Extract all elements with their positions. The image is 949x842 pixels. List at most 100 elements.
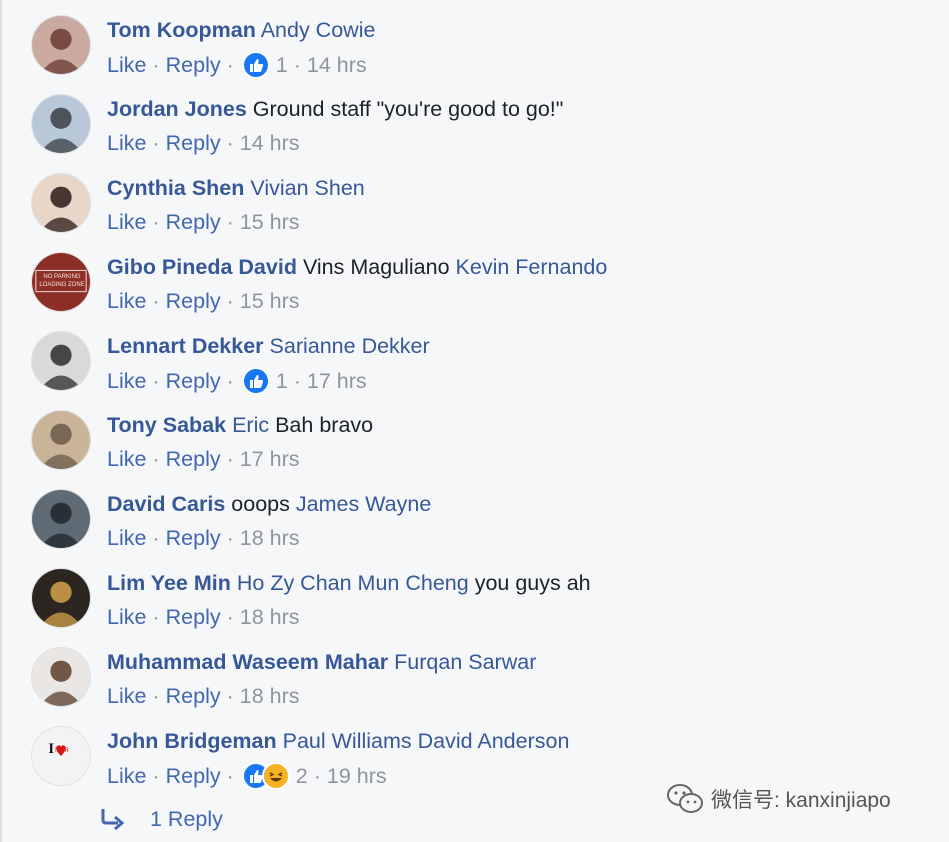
comment-timestamp[interactable]: 18 hrs xyxy=(240,604,300,630)
avatar[interactable] xyxy=(31,410,91,470)
reply-button[interactable]: Reply xyxy=(166,368,221,394)
mention-link[interactable]: Paul Williams David Anderson xyxy=(283,729,570,753)
comment-author-link[interactable]: Tom Koopman xyxy=(107,18,256,42)
comment-timestamp[interactable]: 18 hrs xyxy=(240,525,300,551)
comment-actions: Like · Reply · 18 hrs xyxy=(107,604,300,630)
reactions-summary[interactable]: 2 xyxy=(241,762,308,790)
comment-timestamp[interactable]: 14 hrs xyxy=(307,52,367,78)
comment-text-line: Tom Koopman Andy Cowie xyxy=(107,17,375,43)
like-button[interactable]: Like xyxy=(107,288,146,314)
mention-link[interactable]: Vivian Shen xyxy=(250,176,364,200)
avatar[interactable]: I MCR xyxy=(31,726,91,786)
comment-body-text: Bah bravo xyxy=(275,413,374,437)
comment-author-link[interactable]: Jordan Jones xyxy=(107,97,247,121)
comment-item: Muhammad Waseem Mahar Furqan Sarwar Like ·… xyxy=(0,647,949,726)
wechat-watermark: 微信号: kanxinjiapo xyxy=(665,782,891,816)
view-replies-link[interactable]: 1 Reply xyxy=(100,803,223,835)
separator-dot: · xyxy=(152,764,160,788)
comment-timestamp[interactable]: 17 hrs xyxy=(240,446,300,472)
avatar-text: MCR xyxy=(55,748,69,754)
comment-item: Tony Sabak Eric Bah bravo Like · Reply · 17 h… xyxy=(0,410,949,489)
reply-button[interactable]: Reply xyxy=(166,763,221,789)
comment-text-line: Lim Yee Min Ho Zy Chan Mun Cheng you guy… xyxy=(107,570,591,596)
separator-dot: · xyxy=(226,447,234,471)
separator-dot: · xyxy=(293,369,301,393)
comment-timestamp[interactable]: 18 hrs xyxy=(240,683,300,709)
avatar[interactable] xyxy=(31,568,91,628)
comment-item: NO PARKING LOADING ZONE Gibo Pineda David… xyxy=(0,252,949,331)
comment-author-link[interactable]: Cynthia Shen xyxy=(107,176,244,200)
comment-item: Tom Koopman Andy Cowie Like · Reply · 1 · 14 h… xyxy=(0,15,949,94)
comment-author-link[interactable]: John Bridgeman xyxy=(107,729,277,753)
reply-button[interactable]: Reply xyxy=(166,446,221,472)
comment-timestamp[interactable]: 15 hrs xyxy=(240,209,300,235)
separator-dot: · xyxy=(226,289,234,313)
avatar[interactable] xyxy=(31,331,91,391)
reaction-count: 1 xyxy=(275,369,288,393)
reply-button[interactable]: Reply xyxy=(166,604,221,630)
comment-author-link[interactable]: Lim Yee Min xyxy=(107,571,231,595)
reply-button[interactable]: Reply xyxy=(166,209,221,235)
comment-author-link[interactable]: David Caris xyxy=(107,492,225,516)
like-button[interactable]: Like xyxy=(107,604,146,630)
reaction-count: 2 xyxy=(295,764,308,788)
like-button[interactable]: Like xyxy=(107,368,146,394)
like-button[interactable]: Like xyxy=(107,763,146,789)
comment-author-link[interactable]: Gibo Pineda David xyxy=(107,255,297,279)
comment-body-text: you guys ah xyxy=(474,571,591,595)
comment-actions: Like · Reply · 1 · 14 hrs xyxy=(107,51,367,79)
like-button[interactable]: Like xyxy=(107,446,146,472)
mention-link[interactable]: Furqan Sarwar xyxy=(394,650,536,674)
separator-dot: · xyxy=(152,369,160,393)
comment-author-link[interactable]: Muhammad Waseem Mahar xyxy=(107,650,388,674)
wechat-icon xyxy=(667,784,703,813)
mention-link[interactable]: Sarianne Dekker xyxy=(270,334,430,358)
reaction-count: 1 xyxy=(275,53,288,77)
comment-body-text: Vins Maguliano xyxy=(302,255,450,279)
comment-actions: Like · Reply · 18 hrs xyxy=(107,525,300,551)
reply-button[interactable]: Reply xyxy=(166,525,221,551)
comment-timestamp[interactable]: 15 hrs xyxy=(240,288,300,314)
comment-text-line: John Bridgeman Paul Williams David Ander… xyxy=(107,728,569,754)
mention-link[interactable]: Andy Cowie xyxy=(261,18,376,42)
reply-button[interactable]: Reply xyxy=(166,683,221,709)
mention-link[interactable]: Eric xyxy=(232,413,269,437)
mention-link[interactable]: Kevin Fernando xyxy=(456,255,608,279)
avatar[interactable]: NO PARKING LOADING ZONE xyxy=(31,252,91,312)
reply-button[interactable]: Reply xyxy=(166,130,221,156)
separator-dot: · xyxy=(226,53,234,77)
like-button[interactable]: Like xyxy=(107,209,146,235)
avatar[interactable] xyxy=(31,94,91,154)
reply-button[interactable]: Reply xyxy=(166,288,221,314)
comment-text-line: Tony Sabak Eric Bah bravo xyxy=(107,412,373,438)
like-button[interactable]: Like xyxy=(107,52,146,78)
comment-body-text: ooops xyxy=(231,492,290,516)
avatar[interactable] xyxy=(31,647,91,707)
like-reaction-icon xyxy=(241,51,270,79)
separator-dot: · xyxy=(226,605,234,629)
comment-text-line: David Caris ooops James Wayne xyxy=(107,491,431,517)
separator-dot: · xyxy=(152,289,160,313)
like-button[interactable]: Like xyxy=(107,525,146,551)
like-button[interactable]: Like xyxy=(107,683,146,709)
comment-author-link[interactable]: Tony Sabak xyxy=(107,413,226,437)
avatar[interactable] xyxy=(31,15,91,75)
watermark-text: 微信号: kanxinjiapo xyxy=(711,789,891,812)
mention-link[interactable]: James Wayne xyxy=(296,492,431,516)
separator-dot: · xyxy=(226,764,234,788)
view-replies-label[interactable]: 1 Reply xyxy=(150,807,223,832)
avatar[interactable] xyxy=(31,173,91,233)
mention-link[interactable]: Ho Zy Chan Mun Cheng xyxy=(237,571,469,595)
comment-timestamp[interactable]: 19 hrs xyxy=(327,763,387,789)
avatar[interactable] xyxy=(31,489,91,549)
reactions-summary[interactable]: 1 xyxy=(241,51,288,79)
reactions-summary[interactable]: 1 xyxy=(241,367,288,395)
comment-author-link[interactable]: Lennart Dekker xyxy=(107,334,264,358)
reply-button[interactable]: Reply xyxy=(166,52,221,78)
comment-timestamp[interactable]: 14 hrs xyxy=(240,130,300,156)
like-button[interactable]: Like xyxy=(107,130,146,156)
comment-text-line: Cynthia Shen Vivian Shen xyxy=(107,175,365,201)
separator-dot: · xyxy=(152,447,160,471)
comment-timestamp[interactable]: 17 hrs xyxy=(307,368,367,394)
comment-item: Jordan Jones Ground staff "you're good t… xyxy=(0,94,949,173)
